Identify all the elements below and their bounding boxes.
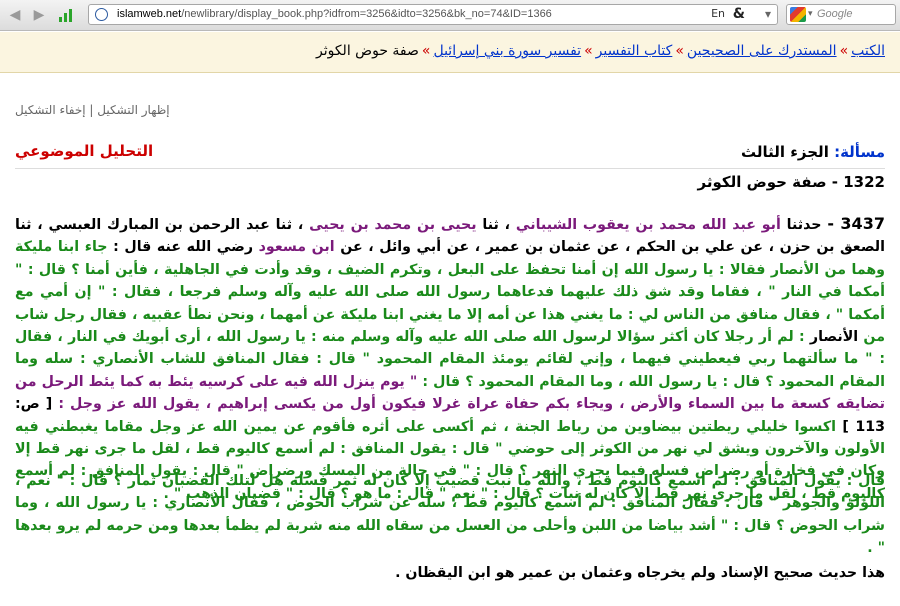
url-text[interactable]: islamweb.net/newlibrary/display_book.php… — [117, 8, 552, 20]
breadcrumb-separator: » — [584, 43, 593, 59]
breadcrumb-item-isra[interactable]: تفسير سورة بني إسرائيل — [433, 43, 581, 59]
toggle-divider: | — [85, 103, 94, 117]
isnad-text: ، عن — [740, 239, 774, 256]
narrator-link[interactable]: علي بن الحكم — [636, 239, 735, 255]
hadith-continuation: قال : يقول المنافق : لم أسمع كاليوم قط ،… — [15, 473, 885, 557]
search-placeholder: Google — [817, 8, 853, 20]
search-engine-dropdown-icon[interactable]: ▾ — [808, 9, 813, 19]
breadcrumb-separator: » — [839, 43, 849, 59]
chapter-title: 1322 - صفة حوض الكوثر — [697, 173, 885, 191]
isnad-text: ، ثنا — [15, 217, 43, 233]
isnad-text: ، عن — [596, 239, 631, 256]
grading-note: هذا حديث صحيح الإسناد ولم يخرجاه وعثمان … — [395, 565, 885, 581]
narrator-link[interactable]: ابن مسعود — [259, 239, 335, 255]
isnad-text: ، عن — [340, 239, 374, 256]
breadcrumb-bar: الكتب»المستدرك على الصحيحين»كتاب التفسير… — [0, 32, 900, 73]
isnad-text: ، ثنا — [275, 217, 304, 233]
hadith-number: 3437 - — [827, 214, 885, 233]
browser-toolbar: ◀ ▶ islamweb.net/newlibrary/display_book… — [0, 0, 900, 31]
narrator-link[interactable]: أبي وائل — [379, 239, 441, 255]
volume-title: الجزء الثالث — [740, 143, 829, 161]
back-icon[interactable]: ◀ — [6, 6, 24, 24]
narrator-link[interactable]: أبو عبد الله محمد بن يعقوب الشيباني — [516, 217, 781, 233]
address-bar[interactable]: islamweb.net/newlibrary/display_book.php… — [88, 4, 778, 25]
show-diacritics-link[interactable]: إظهار التشكيل — [97, 103, 169, 117]
breadcrumb-item-books[interactable]: الكتب — [851, 43, 885, 59]
dropdown-icon[interactable]: ▾ — [765, 7, 771, 21]
breadcrumb-separator: » — [675, 43, 684, 59]
forward-icon[interactable]: ▶ — [30, 6, 48, 24]
signal-icon[interactable] — [58, 7, 74, 23]
hide-diacritics-link[interactable]: إخفاء التشكيل — [15, 103, 86, 117]
narrator-link[interactable]: يحيى بن محمد بن يحيى — [309, 217, 477, 233]
search-bar[interactable]: ▾ Google — [786, 4, 896, 25]
hadith-text: 3437 - حدثنا أبو عبد الله محمد بن يعقوب … — [15, 213, 885, 505]
lang-indicator[interactable]: En — [711, 7, 725, 20]
breadcrumb-item-mustadrak[interactable]: المستدرك على الصحيحين — [687, 43, 837, 59]
narrator-link[interactable]: عثمان بن عمير — [486, 239, 592, 255]
narrator-link[interactable]: عبد الرحمن بن المبارك العبسي — [48, 217, 269, 233]
url-path: /newlibrary/display_book.php?idfrom=3256… — [181, 8, 552, 20]
breadcrumb: الكتب»المستدرك على الصحيحين»كتاب التفسير… — [316, 43, 885, 59]
globe-icon — [95, 8, 108, 21]
diacritics-toggle: إظهار التشكيل | إخفاء التشكيل — [15, 103, 170, 117]
thematic-analysis-link[interactable]: التحليل الموضوعي — [15, 142, 153, 160]
breadcrumb-separator: » — [421, 43, 431, 59]
breadcrumb-current: صفة حوض الكوثر — [315, 43, 419, 59]
breadcrumb-item-tafsir[interactable]: كتاب التفسير — [596, 43, 673, 59]
masala-label[interactable]: مسألة: — [834, 143, 885, 161]
url-domain: islamweb.net — [117, 8, 182, 20]
isnad-text: حدثنا — [786, 217, 822, 233]
isnad-text: ، عن — [446, 239, 481, 256]
volume-heading: مسألة: الجزء الثالث — [741, 143, 885, 161]
isnad-text: رضي الله عنه قال : — [113, 239, 254, 256]
narrator-link[interactable]: الصعق بن حزن — [780, 239, 885, 255]
divider — [15, 168, 885, 169]
ampersand-icon[interactable]: & — [733, 6, 745, 22]
google-icon — [790, 7, 806, 22]
isnad-text: ، ثنا — [482, 217, 511, 233]
matn-text: الأنصار — [809, 329, 859, 346]
